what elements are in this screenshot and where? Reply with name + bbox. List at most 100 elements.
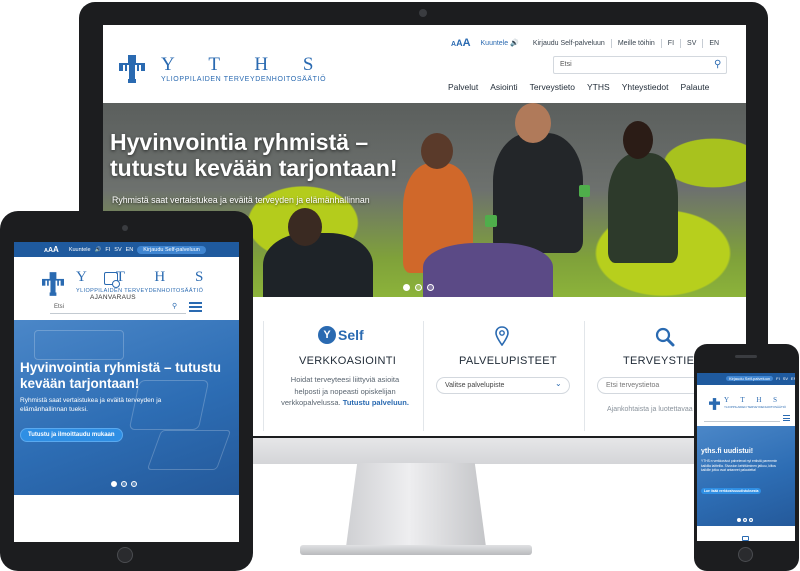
self-login-button[interactable]: Kirjaudu Self-palveluun (726, 376, 774, 381)
lang-fi[interactable]: FI (668, 40, 674, 47)
carousel-dot[interactable] (403, 284, 410, 291)
carousel-dots (111, 481, 137, 487)
self-login-link[interactable]: Kirjaudu Self-palveluun (533, 40, 605, 47)
person-head (515, 103, 551, 143)
nav-palvelut[interactable]: Palvelut (448, 82, 478, 92)
divider (660, 38, 662, 48)
nav-yhteystiedot[interactable]: Yhteystiedot (622, 82, 669, 92)
carousel-dot[interactable] (121, 481, 127, 487)
card-title-palvelupisteet: PALVELUPISTEET (459, 355, 557, 367)
tablet-camera (122, 225, 128, 231)
brand-name[interactable]: Y T H S (724, 396, 782, 404)
brand-name[interactable]: Y T H S (161, 54, 328, 76)
text-size-large[interactable]: A (463, 37, 471, 49)
search-input[interactable] (704, 415, 780, 422)
lang-fi[interactable]: FI (105, 247, 110, 253)
carousel-dot[interactable] (427, 284, 434, 291)
service-point-select[interactable]: Valitse palvelupiste (436, 377, 570, 394)
person-head (288, 208, 322, 246)
lang-en[interactable]: EN (709, 40, 719, 47)
text-size-controls[interactable]: AAA (44, 245, 59, 254)
carousel-dot[interactable] (743, 518, 747, 522)
phone-speaker (735, 355, 757, 358)
health-info-text: Ajankohtaista ja luotettavaa (607, 406, 693, 413)
listen-button[interactable]: Kuuntele (69, 247, 91, 253)
person-figure (263, 233, 373, 297)
self-logo-badge: Y (318, 326, 336, 344)
phone-home-button[interactable] (738, 547, 753, 562)
join-button[interactable]: Tutustu ja ilmoittaudu mukaan (20, 428, 123, 442)
card-divider (263, 321, 264, 431)
search-icon[interactable]: ⚲ (714, 59, 721, 70)
chair-graphic (146, 430, 232, 470)
tablet-screen: AAA Kuuntele 🔊 FI SV EN Kirjaudu Self-pa… (14, 242, 239, 542)
yths-logo-icon[interactable] (119, 55, 145, 83)
brand-subtitle: YLIOPPILAIDEN TERVEYDENHOITOSÄÄTIÖ (161, 76, 327, 83)
search-input[interactable]: Etsi (50, 302, 186, 314)
brand-name[interactable]: Y T H S (76, 269, 216, 286)
chair-graphic (34, 330, 124, 360)
map-pin-icon (495, 326, 509, 346)
self-logo-text: Self (338, 327, 364, 343)
nav-palaute[interactable]: Palaute (680, 82, 709, 92)
carousel-dot[interactable] (737, 518, 741, 522)
tablet-home-button[interactable] (117, 547, 133, 563)
read-more-button[interactable]: Lue lisää verkkosivuuudistuksesta (701, 488, 762, 494)
mug (485, 215, 497, 227)
carousel-dots (403, 284, 434, 291)
divider (610, 38, 612, 48)
nav-asiointi[interactable]: Asiointi (490, 82, 517, 92)
hero-subtitle: YTHS:n verkkosivut palvelevat nyt entist… (701, 459, 778, 473)
chevron-down-icon: ⌄ (555, 379, 562, 388)
mug (579, 185, 590, 197)
card-divider (423, 321, 424, 431)
nav-terveystieto[interactable]: Terveystieto (530, 82, 575, 92)
person-figure (423, 243, 553, 297)
yths-logo-icon[interactable] (42, 272, 64, 296)
search-icon[interactable]: ⚲ (172, 302, 177, 310)
listen-button[interactable]: Kuuntele 🔊 (481, 39, 519, 47)
hamburger-menu-icon[interactable] (783, 415, 790, 423)
hero-subtitle: Ryhmistä saat vertaistukea ja eväitä ter… (112, 195, 370, 205)
divider (702, 38, 704, 48)
text-size-large[interactable]: A (53, 245, 59, 254)
section-label-ajanvaraus[interactable]: AJANVARAUS (90, 294, 136, 301)
speaker-icon: 🔊 (94, 246, 102, 253)
lang-en[interactable]: EN (791, 376, 795, 381)
divider (680, 38, 682, 48)
carousel-dot[interactable] (749, 518, 753, 522)
card-title-verkkoasiointi: VERKKOASIOINTI (299, 355, 397, 367)
person-figure (608, 153, 678, 263)
lang-sv[interactable]: SV (114, 247, 121, 253)
lang-sv[interactable]: SV (687, 40, 696, 47)
lang-sv[interactable]: SV (783, 376, 788, 381)
monitor-stand-neck (346, 463, 486, 547)
self-logo[interactable]: Y Self (318, 326, 364, 344)
carousel-dot[interactable] (131, 481, 137, 487)
hero-title: yths.fi uudistui! (701, 448, 754, 455)
person-head (623, 121, 653, 159)
person-figure (493, 133, 583, 253)
search-input[interactable]: Etsi (553, 56, 727, 74)
calendar-icon (742, 536, 749, 541)
clock-icon (112, 280, 120, 288)
text-size-controls[interactable]: AAA (451, 37, 471, 49)
hero-image (697, 426, 795, 526)
yths-logo-icon[interactable] (709, 398, 720, 410)
magnifier-icon (655, 327, 675, 347)
hero-subtitle: Ryhmistä saat vertaistukea ja eväitä ter… (20, 397, 162, 413)
carousel-dot[interactable] (111, 481, 117, 487)
carousel-dots (737, 518, 753, 522)
careers-link[interactable]: Meille töihin (618, 40, 655, 47)
card-divider (584, 321, 585, 431)
hero-title: Hyvinvointia ryhmistä – tutustu kevään t… (110, 129, 398, 181)
main-nav: Palvelut Asiointi Terveystieto YTHS Yhte… (448, 82, 709, 92)
hero-title: Hyvinvointia ryhmistä – tutustu kevään t… (20, 360, 222, 391)
hamburger-menu-icon[interactable] (189, 302, 202, 312)
carousel-dot[interactable] (415, 284, 422, 291)
nav-yths[interactable]: YTHS (587, 82, 610, 92)
tutustu-link[interactable]: Tutustu palveluun. (343, 398, 409, 407)
lang-en[interactable]: EN (126, 247, 134, 253)
self-login-button[interactable]: Kirjaudu Self-palveluun (137, 245, 206, 254)
lang-fi[interactable]: FI (776, 376, 780, 381)
